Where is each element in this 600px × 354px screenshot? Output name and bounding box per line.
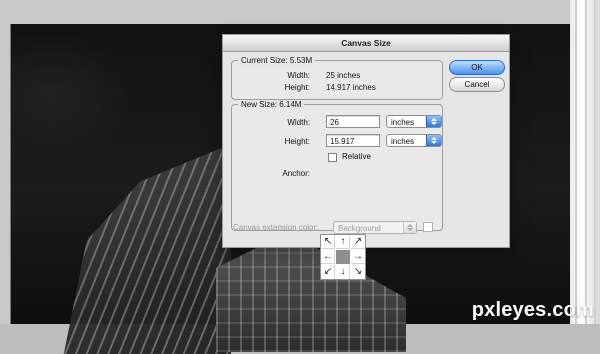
rail-line <box>585 0 587 324</box>
current-width-label: Width: <box>287 71 310 80</box>
current-size-group: Current Size: 5.53M Width: 25 inches Hei… <box>231 56 443 100</box>
current-height-value: 14.917 inches <box>326 83 376 92</box>
anchor-cell[interactable]: ↓ <box>336 265 350 279</box>
building-left <box>63 144 231 354</box>
anchor-cell[interactable]: ← <box>321 250 335 264</box>
anchor-cell[interactable]: ↑ <box>336 235 350 249</box>
current-size-label: Current Size: 5.53M <box>238 56 316 65</box>
new-height-input[interactable]: 15.917 <box>326 134 380 147</box>
canvas-extension-value: Background <box>338 224 381 233</box>
anchor-cell[interactable]: ↘ <box>351 265 365 279</box>
canvas-size-dialog: Canvas Size Current Size: 5.53M Width: 2… <box>222 34 510 280</box>
dialog-title: Canvas Size <box>223 35 509 52</box>
new-width-label: Width: <box>287 118 310 127</box>
new-width-input[interactable]: 26 <box>326 115 380 128</box>
new-height-unit-value: inches <box>391 137 415 146</box>
anchor-grid[interactable]: ↖ ↑ ↗ ← → ↙ ↓ ↘ <box>320 234 366 280</box>
new-size-label: New Size: 6.14M <box>238 100 305 109</box>
chevron-updown-icon <box>403 222 416 233</box>
chevron-updown-icon <box>426 116 441 127</box>
new-width-unit-select[interactable]: inches <box>386 115 442 128</box>
anchor-label: Anchor: <box>282 169 310 178</box>
current-width-value: 25 inches <box>326 71 361 80</box>
arrow-down-icon: ↓ <box>340 266 346 277</box>
arrow-sw-icon: ↙ <box>323 266 333 277</box>
color-swatch[interactable] <box>423 222 433 232</box>
canvas-extension-row: Canvas extension color: Background <box>233 221 493 237</box>
relative-label: Relative <box>342 152 371 161</box>
anchor-cell[interactable]: → <box>351 250 365 264</box>
current-height-label: Height: <box>284 83 310 92</box>
rail-line <box>594 0 596 324</box>
watermark: pxleyes.com <box>471 299 594 321</box>
new-height-unit-select[interactable]: inches <box>386 134 442 147</box>
arrow-up-icon: ↑ <box>340 236 346 247</box>
arrow-ne-icon: ↗ <box>353 236 363 247</box>
new-width-unit-value: inches <box>391 118 415 127</box>
new-size-group: New Size: 6.14M Width: 26 inches Height:… <box>231 100 443 280</box>
anchor-cell[interactable]: ↖ <box>321 235 335 249</box>
anchor-center-icon <box>336 250 350 264</box>
building-right <box>216 232 406 352</box>
rail-line <box>575 0 577 324</box>
anchor-cell-selected[interactable] <box>336 250 350 264</box>
arrow-left-icon: ← <box>323 251 333 262</box>
arrow-nw-icon: ↖ <box>323 236 333 247</box>
relative-checkbox[interactable] <box>328 153 337 162</box>
anchor-cell[interactable]: ↗ <box>351 235 365 249</box>
cancel-button[interactable]: Cancel <box>449 77 505 92</box>
canvas-extension-select[interactable]: Background <box>333 221 417 234</box>
new-height-label: Height: <box>284 137 310 146</box>
arrow-se-icon: ↘ <box>353 266 363 277</box>
canvas-extension-label: Canvas extension color: <box>233 223 319 232</box>
ok-button[interactable]: OK <box>449 60 505 75</box>
chevron-updown-icon <box>426 135 441 146</box>
anchor-cell[interactable]: ↙ <box>321 265 335 279</box>
arrow-right-icon: → <box>353 251 363 262</box>
